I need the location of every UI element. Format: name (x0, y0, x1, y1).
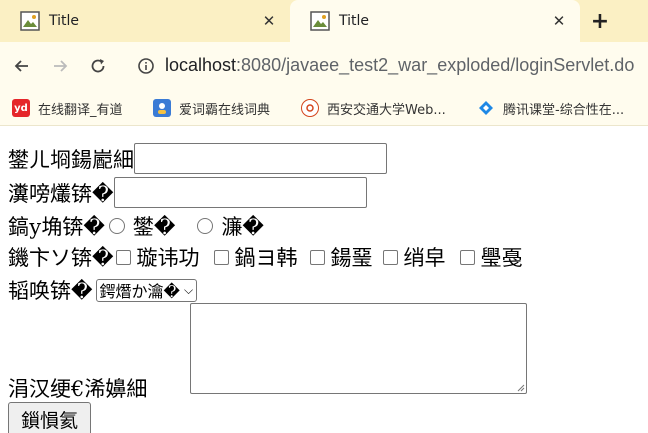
hobby-checkbox[interactable] (309, 249, 325, 265)
hobby-option: 鍋ヨ韩 (234, 246, 298, 270)
tab-active[interactable]: Title ✕ (290, 0, 580, 42)
city-label: 韬唤锛� (8, 279, 93, 303)
password-row: 瀵嗙爜锛� (8, 177, 367, 208)
tencent-class-icon (477, 99, 495, 117)
resize-grip-icon[interactable] (516, 383, 525, 392)
gender-label: 鎬у埆锛� (8, 215, 105, 239)
bookmark-youdao[interactable]: yd 在线翻译_有道 (12, 98, 123, 118)
tab-title: Title (339, 13, 370, 29)
bookmark-label: 腾讯课堂-综合性在... (503, 102, 625, 118)
bookmark-label: 西安交通大学Web... (327, 102, 446, 118)
info-icon[interactable] (137, 57, 155, 75)
bookmark-label: 在线翻译_有道 (38, 102, 123, 118)
hobby-checkbox[interactable] (115, 249, 131, 265)
password-label: 瀵嗙爜锛� (8, 181, 114, 206)
arrow-right-icon (54, 60, 68, 72)
gender-radio-female[interactable] (197, 218, 214, 234)
hobby-checkbox[interactable] (382, 249, 398, 265)
username-row: 鐢ㄦ埛鍚嶏細 (8, 143, 387, 174)
tab-strip: Title ✕ Title ✕ + (0, 0, 648, 42)
hobby-option: 绡皁 (403, 246, 446, 270)
username-label: 鐢ㄦ埛鍚嶏細 (8, 147, 134, 172)
hobby-checkbox[interactable] (459, 249, 475, 265)
hobby-label: 鐖卞ソ锛� (8, 246, 114, 270)
toolbar: localhost:8080/javaee_test2_war_exploded… (0, 42, 648, 90)
forward-button[interactable] (48, 54, 72, 78)
url-host: localhost (165, 55, 237, 75)
iciba-icon (153, 99, 171, 117)
youdao-icon: yd (12, 99, 30, 117)
close-icon[interactable]: ✕ (258, 10, 280, 32)
hobby-option: 鍚琧 (330, 246, 373, 270)
gender-option-label: 濂� (221, 215, 264, 239)
chevron-down-icon: ⌵ (183, 282, 194, 297)
xjtu-icon (301, 99, 319, 117)
image-icon (20, 11, 40, 31)
url-path: :8080/javaee_test2_war_exploded/loginSer… (236, 55, 635, 75)
bookmark-iciba[interactable]: 爱词霸在线词典 (153, 98, 270, 118)
intro-label: 涓汉绠€浠嬶細 (8, 377, 148, 401)
gender-option-label: 鐢� (132, 215, 176, 239)
hobby-checkbox[interactable] (213, 249, 229, 265)
submit-button[interactable]: 鎻愪氦 (8, 402, 91, 433)
hobby-option: 璺戞 (480, 246, 523, 270)
new-tab-button[interactable]: + (588, 9, 612, 34)
page-content: 鐢ㄦ埛鍚嶏細 瀵嗙爜锛� 鎬у埆锛� 鐢� 濂� 鐖卞ソ锛� 璇讳功 鍋ヨ韩 鍚… (0, 127, 648, 433)
bookmarks-bar: yd 在线翻译_有道 爱词霸在线词典 西安交通大学Web... 腾讯课堂-综合性… (0, 90, 648, 126)
address-bar[interactable]: localhost:8080/javaee_test2_war_exploded… (165, 55, 634, 76)
bookmark-label: 爱词霸在线词典 (179, 102, 271, 118)
intro-row: 涓汉绠€浠嬶細 (8, 373, 147, 403)
hobby-row: 鐖卞ソ锛� 璇讳功 鍋ヨ韩 鍚琧 绡皁 璺戞 (8, 242, 523, 272)
password-input[interactable] (113, 177, 367, 208)
image-icon (310, 11, 330, 31)
close-icon[interactable]: ✕ (548, 10, 570, 32)
reload-button[interactable] (86, 54, 110, 78)
arrow-left-icon (14, 60, 28, 72)
city-select[interactable]: 鍔熸か瀹� ⌵ (95, 278, 198, 302)
username-input[interactable] (134, 143, 387, 174)
gender-radio-male[interactable] (108, 218, 125, 234)
city-row: 韬唤锛� 鍔熸か瀹� ⌵ (8, 275, 198, 305)
reload-icon (91, 59, 105, 73)
hobby-option: 璇讳功 (136, 246, 200, 270)
tab-inactive[interactable]: Title ✕ (0, 0, 290, 42)
bookmark-xjtu[interactable]: 西安交通大学Web... (301, 98, 446, 118)
city-selected-value: 鍔熸か瀹� (99, 282, 180, 301)
back-button[interactable] (10, 54, 34, 78)
bookmark-ke-qq[interactable]: 腾讯课堂-综合性在... (477, 98, 624, 118)
intro-textarea[interactable] (190, 303, 527, 394)
tab-title: Title (49, 13, 80, 29)
gender-row: 鎬у埆锛� 鐢� 濂� (8, 211, 264, 241)
